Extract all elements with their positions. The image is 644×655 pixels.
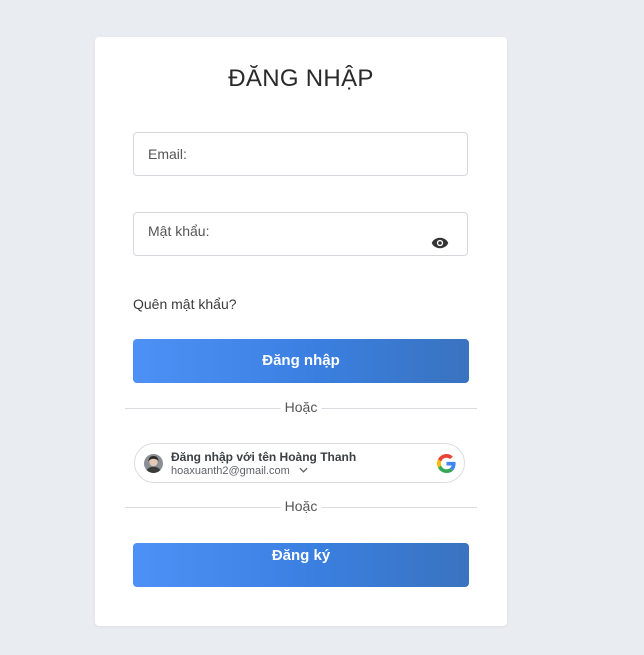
eye-icon[interactable] xyxy=(431,237,449,249)
user-avatar xyxy=(144,454,163,473)
login-card: ĐĂNG NHẬP Quên mật khẩu? Đăng nhập Hoặc … xyxy=(95,37,507,626)
google-signin-button[interactable]: Đăng nhập với tên Hoàng Thanh hoaxuanth2… xyxy=(134,443,465,483)
or-divider: Hoặc xyxy=(125,498,477,514)
or-label: Hoặc xyxy=(280,399,322,415)
email-field-container xyxy=(133,132,468,176)
chevron-down-icon[interactable] xyxy=(299,467,308,473)
or-label: Hoặc xyxy=(280,498,322,514)
password-field-container xyxy=(133,210,468,256)
email-field[interactable] xyxy=(148,133,428,175)
or-divider: Hoặc xyxy=(125,399,477,415)
google-logo-icon xyxy=(437,454,456,473)
google-account-email: hoaxuanth2@gmail.com xyxy=(171,465,290,477)
google-account-label: Đăng nhập với tên Hoàng Thanh xyxy=(171,450,357,464)
forgot-password-link[interactable]: Quên mật khẩu? xyxy=(133,296,237,312)
page-title: ĐĂNG NHẬP xyxy=(228,65,374,92)
login-button[interactable]: Đăng nhập xyxy=(133,339,469,383)
register-button[interactable]: Đăng ký xyxy=(133,543,469,587)
password-field[interactable] xyxy=(148,210,428,252)
